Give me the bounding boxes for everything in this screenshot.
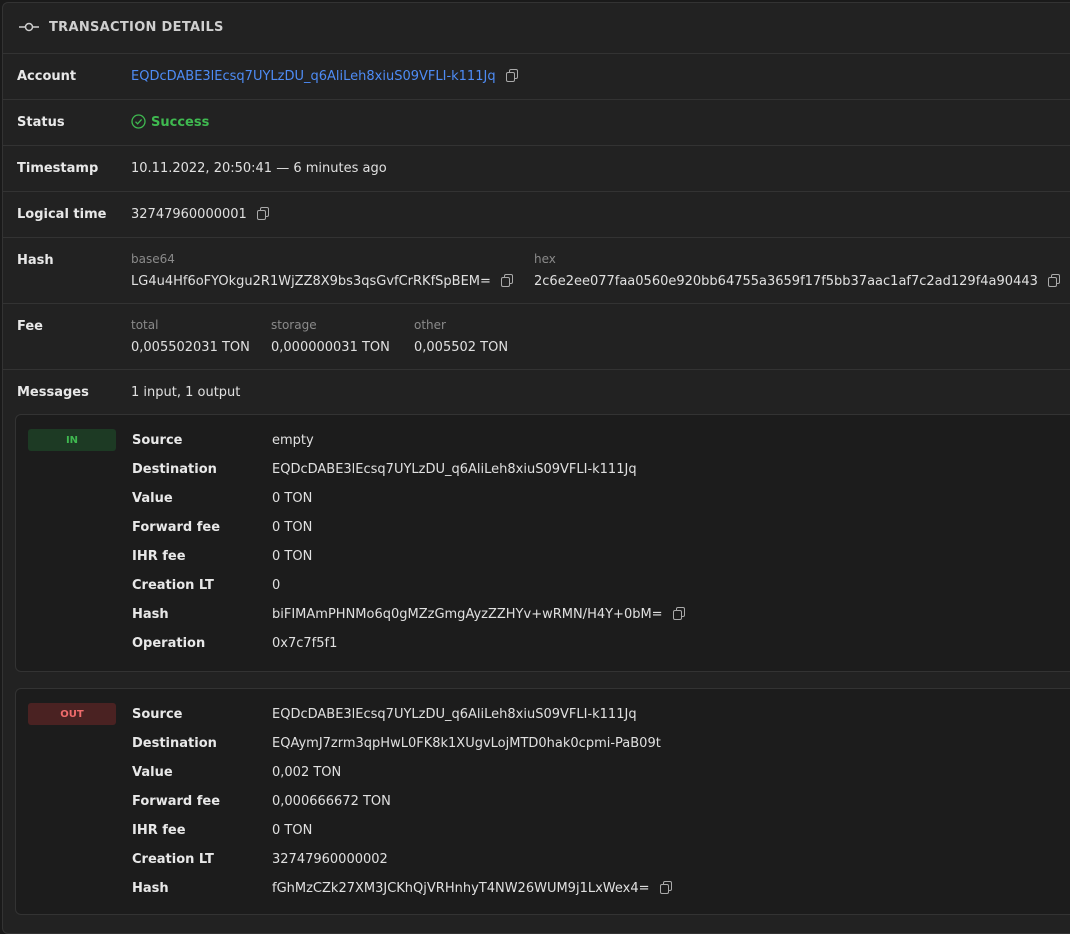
timestamp-value: 10.11.2022, 20:50:41 — 6 minutes ago [131,161,387,176]
messages-row: Messages 1 input, 1 output [3,370,1070,414]
msg-out-destination-label: Destination [132,736,217,751]
msg-in-creation-lt-label: Creation LT [132,578,214,593]
msg-out-ihr-fee: 0 TON [272,823,313,838]
msg-in-operation: 0x7c7f5f1 [272,636,338,651]
commit-icon [19,21,39,37]
fee-row: Fee total 0,005502031 TON storage 0,0000… [3,304,1070,370]
msg-in-destination-label: Destination [132,462,217,477]
panel-header: TRANSACTION DETAILS [3,3,1070,54]
messages-value: 1 input, 1 output [131,385,241,400]
status-label: Status [17,115,65,130]
fee-total-value: 0,005502031 TON [131,340,250,355]
fee-total-label: total [131,318,159,332]
msg-in-operation-label: Operation [132,636,206,651]
copy-icon[interactable] [672,607,685,624]
msg-in-creation-lt: 0 [272,578,281,593]
msg-out-destination-link[interactable]: EQAymJ7zrm3qpHwL0FK8k1XUgvLojMTD0hak0cpm… [272,736,661,751]
message-direction-badge-out: OUT [28,703,116,725]
msg-out-forward-fee-label: Forward fee [132,794,221,809]
msg-in-value: 0 TON [272,491,313,506]
msg-out-source-label: Source [132,707,183,722]
hash-hex-label: hex [534,252,556,266]
hash-base64-label: base64 [131,252,175,266]
msg-in-ihr-fee: 0 TON [272,549,313,564]
copy-icon[interactable] [256,207,269,224]
logical-time-row: Logical time 32747960000001 [3,192,1070,238]
msg-in-value-label: Value [132,491,173,506]
message-out-card: OUT Source EQDcDABE3lEcsq7UYLzDU_q6AliLe… [15,688,1070,915]
status-row: Status Success [3,100,1070,146]
copy-icon[interactable] [1048,274,1061,291]
transaction-details-panel: TRANSACTION DETAILS Account EQDcDABE3lEc… [2,2,1070,934]
msg-out-creation-lt: 32747960000002 [272,852,388,867]
fee-storage-value: 0,000000031 TON [271,340,390,355]
hash-label: Hash [17,253,54,268]
fee-label: Fee [17,319,43,334]
copy-icon[interactable] [659,881,672,898]
msg-out-ihr-fee-label: IHR fee [132,823,186,838]
msg-in-hash: biFIMAmPHNMo6q0gMZzGmgAyzZZHYv+wRMN/H4Y+… [272,607,663,622]
logical-time-value: 32747960000001 [131,207,247,222]
timestamp-row: Timestamp 10.11.2022, 20:50:41 — 6 minut… [3,146,1070,192]
copy-icon[interactable] [501,274,514,291]
fee-other-label: other [414,318,446,332]
account-link[interactable]: EQDcDABE3lEcsq7UYLzDU_q6AliLeh8xiuS09VFL… [131,69,496,84]
msg-out-value: 0,002 TON [272,765,342,780]
check-circle-icon [131,114,146,133]
fee-other-value: 0,005502 TON [414,340,509,355]
msg-out-hash-label: Hash [132,881,169,896]
account-row: Account EQDcDABE3lEcsq7UYLzDU_q6AliLeh8x… [3,54,1070,100]
hash-row: Hash base64 LG4u4Hf6oFYOkgu2R1WjZZ8X9bs3… [3,238,1070,304]
status-value: Success [151,115,210,130]
message-in-card: IN Source empty Destination EQDcDABE3lEc… [15,414,1070,672]
msg-in-ihr-fee-label: IHR fee [132,549,186,564]
msg-in-forward-fee: 0 TON [272,520,313,535]
copy-icon[interactable] [505,69,518,86]
msg-in-source-label: Source [132,433,183,448]
msg-in-hash-label: Hash [132,607,169,622]
msg-out-hash: fGhMzCZk27XM3JCKhQjVRHnhyT4NW26WUM9j1LxW… [272,881,650,896]
msg-in-forward-fee-label: Forward fee [132,520,221,535]
msg-out-source-link[interactable]: EQDcDABE3lEcsq7UYLzDU_q6AliLeh8xiuS09VFL… [272,707,637,722]
hash-hex-value: 2c6e2ee077faa0560e920bb64755a3659f17f5bb… [534,274,1038,289]
messages-label: Messages [17,385,89,400]
logical-time-label: Logical time [17,207,107,222]
msg-out-value-label: Value [132,765,173,780]
msg-in-destination-link[interactable]: EQDcDABE3lEcsq7UYLzDU_q6AliLeh8xiuS09VFL… [272,462,637,477]
msg-out-forward-fee: 0,000666672 TON [272,794,391,809]
panel-title: TRANSACTION DETAILS [49,20,224,35]
hash-base64-value: LG4u4Hf6oFYOkgu2R1WjZZ8X9bs3qsGvfCrRKfSp… [131,274,491,289]
timestamp-label: Timestamp [17,161,99,176]
message-direction-badge-in: IN [28,429,116,451]
account-label: Account [17,69,77,84]
msg-in-source-value: empty [272,433,314,448]
msg-out-creation-lt-label: Creation LT [132,852,214,867]
fee-storage-label: storage [271,318,317,332]
